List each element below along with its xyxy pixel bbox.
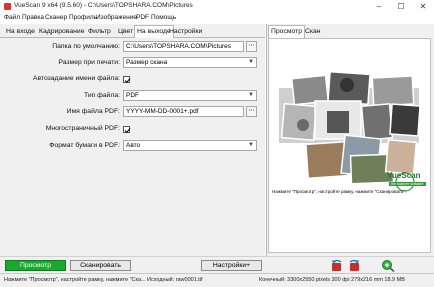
menu-help[interactable]: Помощь — [151, 14, 176, 21]
zoom-in-icon[interactable] — [381, 259, 395, 272]
multipage-label: Многостраничный PDF: — [45, 125, 120, 132]
checkmark-icon — [124, 128, 131, 133]
menu-bar: Файл Правка Сканер Профиль Изображение P… — [0, 13, 434, 24]
vuescan-logo-tagline: the scanner software — [389, 182, 426, 186]
status-bar: Нажмите "Просмотр", настройте рамку, наж… — [0, 273, 434, 287]
chevron-down-icon: ▼ — [248, 142, 254, 148]
scan-button[interactable]: Сканировать — [70, 260, 131, 271]
paper-size-value: Авто — [126, 142, 141, 149]
browse-folder-button[interactable]: ⋯ — [246, 41, 257, 52]
rotate-right-icon[interactable] — [347, 259, 361, 272]
action-bar: Просмотр Сканировать Настройки+ — [0, 256, 434, 274]
title-bar: VueScan 9 x64 (9.5.60) - C:\Users\TOPSHA… — [0, 0, 434, 13]
checkmark-icon — [124, 78, 131, 83]
autoname-checkbox[interactable] — [123, 76, 131, 83]
paper-size-select[interactable]: Авто ▼ — [123, 140, 257, 151]
more-settings-button[interactable]: Настройки+ — [201, 260, 262, 271]
print-size-select[interactable]: Размер скана ▼ — [123, 57, 257, 68]
close-button[interactable]: ✕ — [412, 0, 434, 13]
tab-crop[interactable]: Кадрирование — [37, 26, 87, 37]
app-icon — [4, 3, 11, 10]
filetype-select[interactable]: PDF ▼ — [123, 90, 257, 101]
minimize-button[interactable]: – — [368, 0, 390, 13]
window-title: VueScan 9 x64 (9.5.60) - C:\Users\TOPSHA… — [14, 2, 193, 9]
preview-button[interactable]: Просмотр — [5, 260, 66, 271]
menu-pdf[interactable]: PDF — [136, 14, 149, 21]
preview-area[interactable]: Нажмите "Просмотр", настройте рамку, наж… — [268, 38, 431, 253]
menu-scanner[interactable]: Сканер — [45, 14, 67, 21]
tab-input[interactable]: На входе — [4, 26, 37, 37]
tab-color[interactable]: Цвет — [116, 26, 135, 37]
maximize-button[interactable]: ☐ — [390, 0, 412, 13]
tab-filter[interactable]: Фильтр — [86, 26, 113, 37]
menu-file[interactable]: Файл — [4, 14, 20, 21]
status-hint: Нажмите "Просмотр", настройте рамку, наж… — [4, 277, 146, 283]
multipage-checkbox[interactable] — [123, 126, 131, 133]
pdf-filename-label: Имя файла PDF: — [66, 108, 120, 115]
preview-caption: Нажмите "Просмотр", настройте рамку, наж… — [272, 189, 407, 194]
tab-scan[interactable]: Скан — [303, 26, 323, 37]
menu-image[interactable]: Изображение — [96, 14, 137, 21]
chevron-down-icon: ▼ — [248, 92, 254, 98]
filetype-label: Тип файла: — [83, 92, 120, 99]
photo-collage-image — [279, 70, 421, 192]
autoname-label: Автозадание имени файла: — [32, 75, 120, 82]
folder-input[interactable]: C:\Users\TOPSHARA.COM\Pictures — [123, 41, 244, 52]
folder-label: Папка по умолчанию: — [52, 43, 120, 50]
pdf-filename-input[interactable]: YYYY-MM-DD-0001+.pdf — [123, 106, 244, 117]
print-size-value: Размер скана — [126, 59, 168, 66]
rotate-left-icon[interactable] — [330, 259, 344, 272]
vuescan-logo: VueScan — [387, 171, 421, 180]
chevron-down-icon: ▼ — [248, 59, 254, 65]
print-size-label: Размер при печати: — [58, 59, 120, 66]
tab-prefs[interactable]: Настройки — [167, 26, 204, 37]
status-source: Исходный: raw0001.tif — [147, 277, 203, 283]
status-output: Конечный: 3300x2550 pixels 300 dpi 279x2… — [259, 277, 405, 283]
menu-profile[interactable]: Профиль — [69, 14, 97, 21]
settings-tabs: На входе Кадрирование Фильтр Цвет На вых… — [0, 24, 265, 39]
menu-edit[interactable]: Правка — [22, 14, 44, 21]
tab-preview[interactable]: Просмотр — [268, 25, 306, 39]
browse-file-button[interactable]: ⋯ — [246, 106, 257, 117]
paper-size-label: Формат бумаги в PDF: — [49, 142, 120, 149]
filetype-value: PDF — [126, 92, 139, 99]
